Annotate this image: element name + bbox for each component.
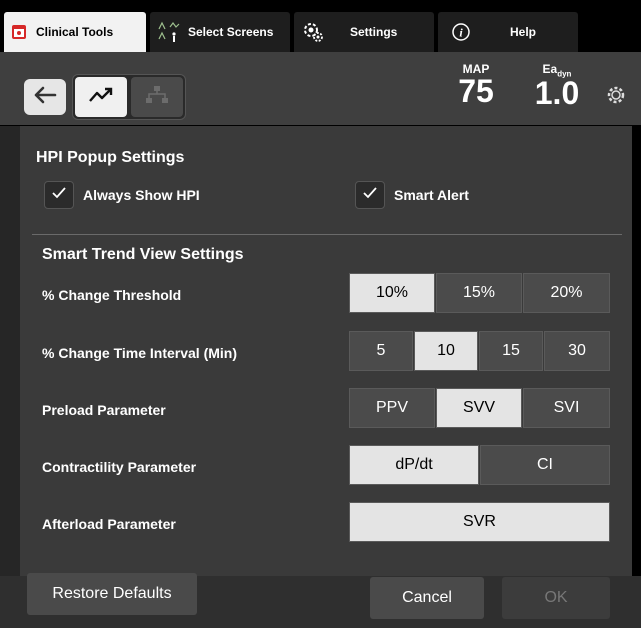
tab-label: Clinical Tools — [36, 25, 114, 39]
change-threshold-label: % Change Threshold — [42, 287, 182, 303]
preload-option-svi[interactable]: SVI — [523, 388, 610, 428]
threshold-option-15[interactable]: 15% — [436, 273, 522, 313]
ea-dyn-metric: Eadyn 1.0 — [522, 62, 592, 112]
back-button[interactable] — [24, 79, 66, 115]
contractility-option-ci[interactable]: CI — [480, 445, 610, 485]
map-value: 75 — [458, 73, 494, 109]
ok-button[interactable]: OK — [502, 577, 610, 619]
trend-icon — [88, 86, 114, 109]
hierarchy-icon — [144, 85, 170, 110]
tab-bar: Clinical Tools Select Screens Settings i… — [0, 0, 641, 52]
preload-parameter-label: Preload Parameter — [42, 402, 166, 418]
checkmark-icon — [51, 186, 67, 205]
select-screens-icon — [158, 21, 180, 43]
settings-gear-icon — [302, 21, 324, 43]
restore-defaults-button[interactable]: Restore Defaults — [27, 573, 197, 615]
preload-option-svv[interactable]: SVV — [436, 388, 522, 428]
section-divider — [32, 234, 622, 235]
hierarchy-view-button[interactable] — [131, 77, 183, 117]
always-show-hpi-label: Always Show HPI — [83, 187, 200, 203]
arrow-left-icon — [33, 86, 57, 109]
checkmark-icon — [362, 186, 378, 205]
clinical-tools-icon — [12, 25, 26, 39]
interval-option-5[interactable]: 5 — [349, 331, 413, 371]
contractility-parameter-label: Contractility Parameter — [42, 459, 197, 475]
contractility-option-dpdt[interactable]: dP/dt — [349, 445, 479, 485]
trend-section-title: Smart Trend View Settings — [42, 246, 244, 263]
view-toggle — [72, 74, 186, 120]
svg-text:i: i — [459, 26, 463, 40]
change-interval-label: % Change Time Interval (Min) — [42, 345, 237, 361]
always-show-hpi-checkbox[interactable] — [44, 181, 74, 209]
tab-help[interactable]: i Help — [438, 12, 578, 52]
map-metric: MAP 75 — [446, 62, 506, 109]
tab-select-screens[interactable]: Select Screens — [150, 12, 290, 52]
smart-alert-checkbox[interactable] — [355, 181, 385, 209]
afterload-option-svr[interactable]: SVR — [349, 502, 610, 542]
info-icon: i — [452, 23, 470, 41]
preload-option-ppv[interactable]: PPV — [349, 388, 435, 428]
tab-label: Settings — [350, 25, 398, 39]
interval-option-15[interactable]: 15 — [479, 331, 543, 371]
header-gear-icon[interactable] — [605, 84, 627, 111]
threshold-option-10[interactable]: 10% — [349, 273, 435, 313]
interval-option-30[interactable]: 30 — [544, 331, 610, 371]
interval-option-10[interactable]: 10 — [414, 331, 478, 371]
afterload-parameter-label: Afterload Parameter — [42, 516, 176, 532]
smart-alert-label: Smart Alert — [394, 187, 469, 203]
panel-edge — [0, 126, 20, 576]
ea-dyn-value: 1.0 — [534, 75, 580, 112]
tab-label: Help — [510, 25, 537, 39]
trend-view-button[interactable] — [75, 77, 127, 117]
cancel-button[interactable]: Cancel — [370, 577, 484, 619]
tab-clinical-tools[interactable]: Clinical Tools — [4, 12, 146, 52]
threshold-option-20[interactable]: 20% — [523, 273, 610, 313]
tab-settings[interactable]: Settings — [294, 12, 434, 52]
tab-label: Select Screens — [188, 25, 274, 39]
hpi-section-title: HPI Popup Settings — [36, 149, 185, 166]
